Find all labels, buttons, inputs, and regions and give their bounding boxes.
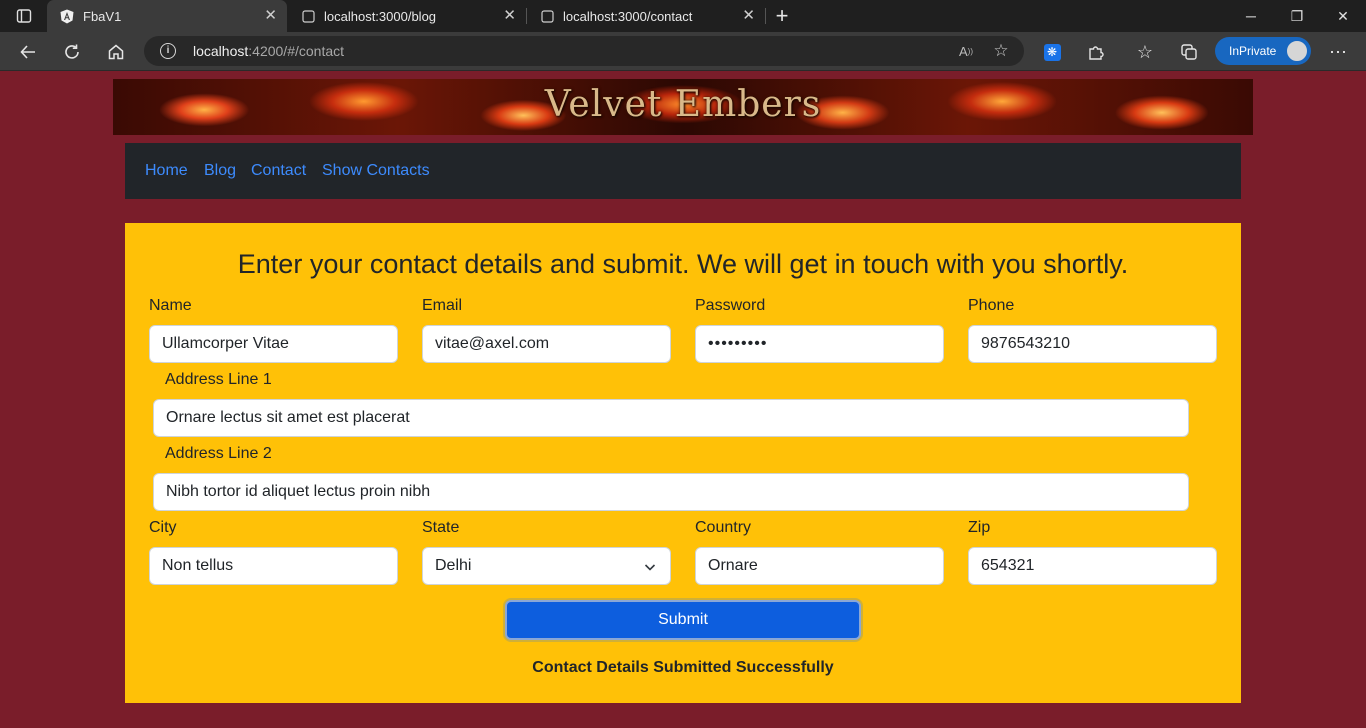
browser-toolbar: i localhost:4200/#/contact A)) ☆ ❋ ☆ InP… xyxy=(0,32,1366,71)
nav-show-contacts[interactable]: Show Contacts xyxy=(322,162,430,180)
site-title: Velvet Embers xyxy=(544,84,822,125)
close-tab-icon[interactable]: ✕ xyxy=(264,8,277,24)
state-label: State xyxy=(422,519,460,536)
address-line1-label: Address Line 1 xyxy=(165,371,272,388)
tab-title: localhost:3000/contact xyxy=(563,8,693,24)
contact-form-panel: Enter your contact details and submit. W… xyxy=(125,223,1241,703)
phone-label: Phone xyxy=(968,297,1015,314)
address-line1-input[interactable]: Ornare lectus sit amet est placerat xyxy=(153,399,1189,437)
site-banner: Velvet Embers xyxy=(113,79,1253,135)
password-label: Password xyxy=(695,297,766,314)
url-host: localhost xyxy=(193,43,249,59)
city-label: City xyxy=(149,519,177,536)
submit-button[interactable]: Submit xyxy=(505,600,861,640)
browser-tabstrip: FbaV1 ✕ localhost:3000/blog ✕ localhost:… xyxy=(0,0,1366,32)
site-navbar: Home Blog Contact Show Contacts xyxy=(125,143,1241,199)
page-icon xyxy=(300,8,316,24)
country-label: Country xyxy=(695,519,752,536)
home-icon[interactable] xyxy=(102,38,130,66)
address-url: localhost:4200/#/contact xyxy=(193,43,344,59)
tab-contact[interactable]: localhost:3000/contact ✕ xyxy=(527,0,765,32)
zip-label: Zip xyxy=(968,519,991,536)
address-bar[interactable]: i localhost:4200/#/contact A)) ☆ xyxy=(144,36,1024,66)
tab-title: FbaV1 xyxy=(83,8,122,24)
minimize-icon[interactable]: ─ xyxy=(1228,0,1274,32)
tab-actions-icon[interactable] xyxy=(10,2,38,30)
tab-divider xyxy=(765,8,766,24)
state-select[interactable]: Delhi xyxy=(422,547,671,585)
inprivate-label: InPrivate xyxy=(1229,44,1277,58)
back-icon[interactable] xyxy=(14,38,42,66)
name-label: Name xyxy=(149,297,192,314)
new-tab-button[interactable]: + xyxy=(768,2,796,30)
inprivate-button[interactable]: InPrivate xyxy=(1215,37,1311,65)
page-icon xyxy=(539,8,555,24)
phone-input[interactable]: 9876543210 xyxy=(968,325,1217,363)
tab-fbav1[interactable]: FbaV1 ✕ xyxy=(47,0,287,32)
angular-icon xyxy=(59,8,75,24)
state-selected-value: Delhi xyxy=(435,557,472,574)
close-window-icon[interactable]: ✕ xyxy=(1320,0,1366,32)
avatar xyxy=(1285,39,1309,63)
refresh-icon[interactable] xyxy=(58,38,86,66)
close-tab-icon[interactable]: ✕ xyxy=(503,8,516,24)
extension-copilot-icon[interactable]: ❋ xyxy=(1038,38,1066,66)
read-aloud-icon[interactable]: A)) xyxy=(952,37,980,65)
address-line2-label: Address Line 2 xyxy=(165,445,272,462)
favorite-add-icon[interactable]: ☆ xyxy=(987,37,1015,65)
tab-blog[interactable]: localhost:3000/blog ✕ xyxy=(288,0,526,32)
nav-home[interactable]: Home xyxy=(145,162,188,180)
extensions-icon[interactable] xyxy=(1082,38,1110,66)
email-input[interactable]: vitae@axel.com xyxy=(422,325,671,363)
nav-blog[interactable]: Blog xyxy=(204,162,236,180)
restore-icon[interactable]: ❐ xyxy=(1274,0,1320,32)
close-tab-icon[interactable]: ✕ xyxy=(742,8,755,24)
zip-input[interactable]: 654321 xyxy=(968,547,1217,585)
status-message: Contact Details Submitted Successfully xyxy=(532,659,834,676)
name-input[interactable]: Ullamcorper Vitae xyxy=(149,325,398,363)
country-input[interactable]: Ornare xyxy=(695,547,944,585)
collections-icon[interactable] xyxy=(1175,38,1203,66)
city-input[interactable]: Non tellus xyxy=(149,547,398,585)
chevron-down-icon xyxy=(644,548,656,584)
address-line2-input[interactable]: Nibh tortor id aliquet lectus proin nibh xyxy=(153,473,1189,511)
more-options-icon[interactable]: ⋯ xyxy=(1324,38,1352,66)
nav-contact[interactable]: Contact xyxy=(251,162,306,180)
favorites-icon[interactable]: ☆ xyxy=(1131,38,1159,66)
password-input[interactable]: ••••••••• xyxy=(695,325,944,363)
url-path: :4200/#/contact xyxy=(248,43,345,59)
email-label: Email xyxy=(422,297,463,314)
info-icon[interactable]: i xyxy=(160,43,176,59)
tab-title: localhost:3000/blog xyxy=(324,8,437,24)
form-heading: Enter your contact details and submit. W… xyxy=(237,249,1129,279)
